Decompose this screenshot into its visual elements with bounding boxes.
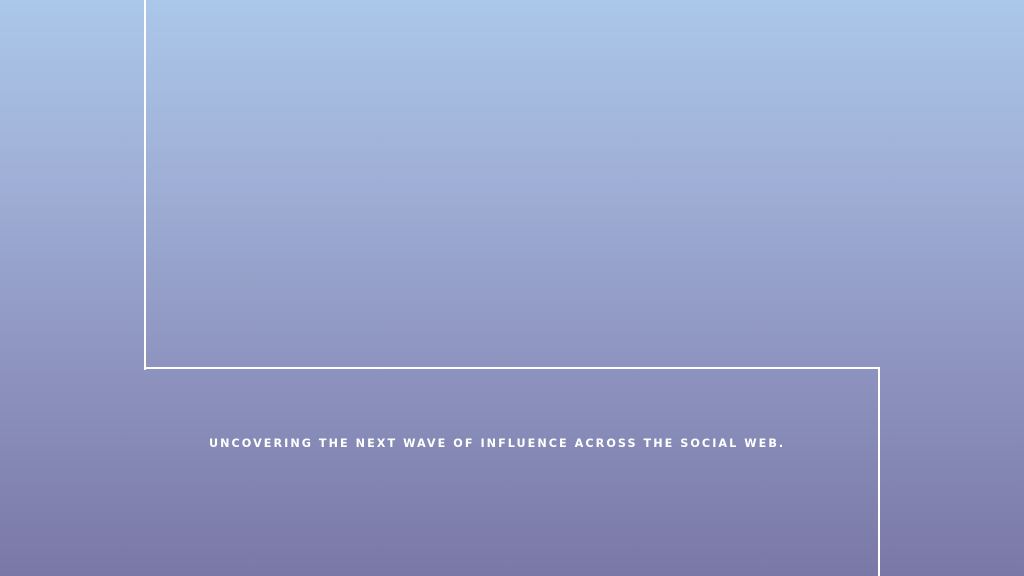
frame-line-horizontal bbox=[144, 367, 880, 369]
frame-line-left bbox=[144, 0, 146, 370]
title-slide: UNCOVERING THE NEXT WAVE OF INFLUENCE AC… bbox=[0, 0, 1024, 576]
slide-tagline: UNCOVERING THE NEXT WAVE OF INFLUENCE AC… bbox=[209, 437, 786, 450]
frame-line-right bbox=[878, 367, 880, 576]
